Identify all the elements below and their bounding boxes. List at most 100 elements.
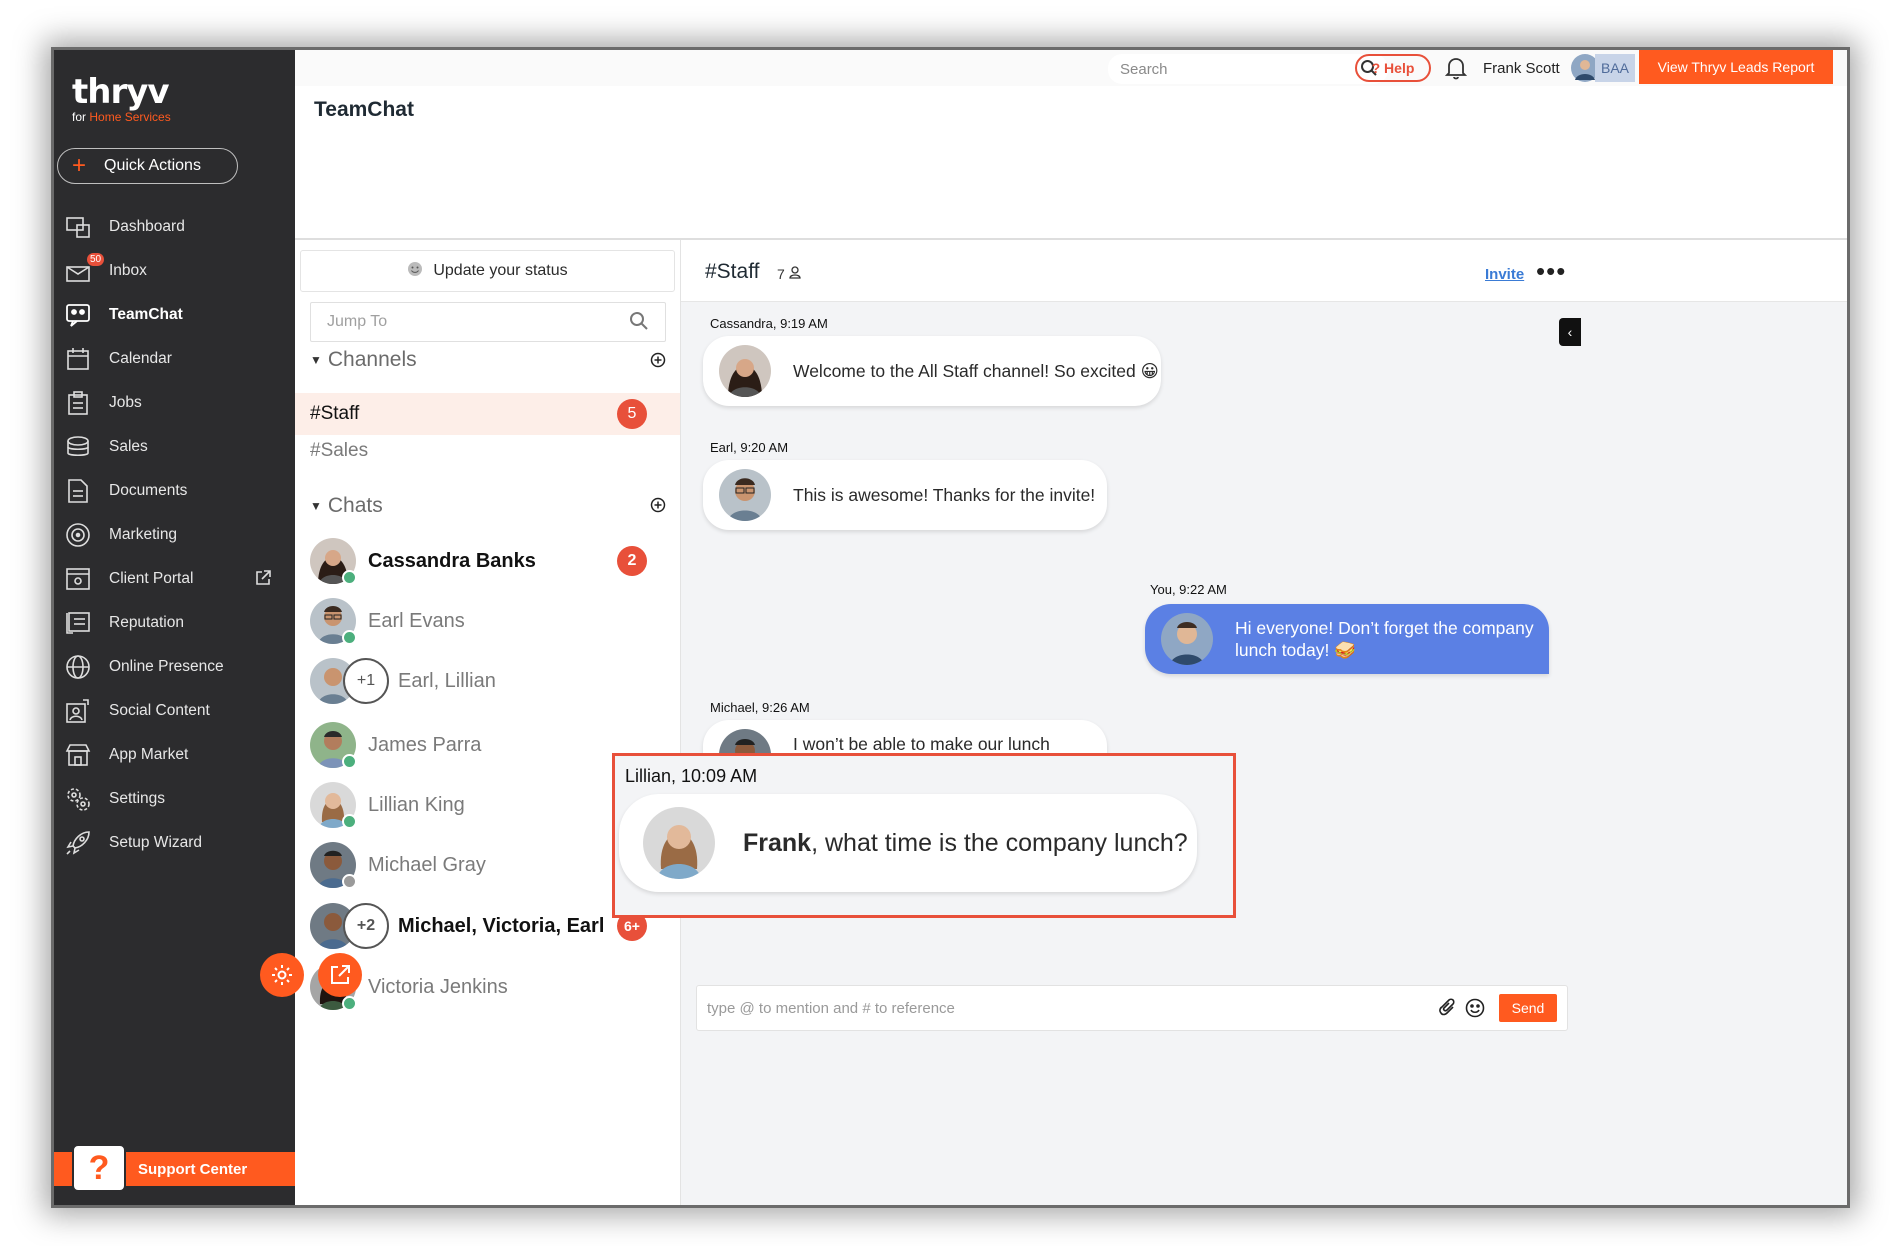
channels-section-toggle[interactable]: ▼ Channels bbox=[310, 348, 417, 372]
chevron-left-icon: ‹ bbox=[1567, 324, 1573, 340]
chats-header: Chats bbox=[327, 494, 383, 517]
channel-item-staff[interactable]: #Staff 5 bbox=[295, 393, 680, 435]
chat-item-earl-lillian[interactable]: +1 Earl, Lillian bbox=[310, 653, 680, 709]
sidebar-item-marketing[interactable]: Marketing bbox=[54, 513, 295, 557]
extra-members-count: +1 bbox=[343, 658, 389, 704]
user-mention[interactable]: Frank bbox=[743, 829, 811, 857]
channel-item-sales[interactable]: #Sales bbox=[295, 430, 680, 472]
jump-to-placeholder: Jump To bbox=[327, 313, 388, 330]
invite-link[interactable]: Invite bbox=[1485, 266, 1524, 283]
thryv-logo[interactable]: thryv for Home Services bbox=[72, 72, 171, 124]
help-button[interactable]: ? Help bbox=[1355, 54, 1431, 82]
view-leads-report-button[interactable]: View Thryv Leads Report bbox=[1639, 50, 1833, 84]
avatar bbox=[310, 598, 357, 645]
sidebar-item-jobs[interactable]: Jobs bbox=[54, 381, 295, 425]
sidebar-item-label: Settings bbox=[109, 790, 166, 807]
jump-to-input[interactable]: Jump To bbox=[310, 302, 666, 342]
chat-name: Michael Gray bbox=[368, 853, 486, 876]
quick-actions-button[interactable]: + Quick Actions bbox=[57, 148, 238, 184]
message-bubble[interactable]: Welcome to the All Staff channel! So exc… bbox=[703, 336, 1161, 406]
sidebar-item-label: Social Content bbox=[109, 702, 210, 719]
person-icon bbox=[789, 266, 801, 279]
sidebar-item-documents[interactable]: Documents bbox=[54, 469, 295, 513]
sidebar-item-label: Dashboard bbox=[109, 218, 185, 235]
emoji-icon[interactable] bbox=[1465, 998, 1485, 1022]
message-composer-input[interactable]: type @ to mention and # to reference Sen… bbox=[696, 985, 1568, 1031]
message-text: Welcome to the All Staff channel! So exc… bbox=[793, 360, 1159, 381]
caret-down-icon: ▼ bbox=[310, 353, 322, 367]
sidebar-item-calendar[interactable]: Calendar bbox=[54, 337, 295, 381]
sidebar-item-inbox[interactable]: 50 Inbox bbox=[54, 249, 295, 293]
message-meta: You, 9:22 AM bbox=[1150, 582, 1227, 597]
sidebar-item-app-market[interactable]: App Market bbox=[54, 733, 295, 777]
external-link-icon[interactable] bbox=[254, 569, 272, 592]
sales-icon bbox=[63, 432, 93, 462]
online-status-dot bbox=[342, 814, 357, 829]
message-meta: Michael, 9:26 AM bbox=[710, 700, 810, 715]
app-window: thryv for Home Services + Quick Actions … bbox=[54, 50, 1847, 1205]
chat-name: Cassandra Banks bbox=[368, 549, 536, 572]
top-bar: Search ? Help Frank Scott BAA View Thryv… bbox=[295, 50, 1847, 86]
sidebar-item-client-portal[interactable]: Client Portal bbox=[54, 557, 295, 601]
message-bubble-own[interactable]: Hi everyone! Don’t forget the company lu… bbox=[1145, 604, 1549, 674]
support-center-label: Support Center bbox=[138, 1160, 248, 1178]
chat-item-earl-evans[interactable]: Earl Evans bbox=[310, 593, 680, 649]
avatar: +2 bbox=[310, 903, 389, 949]
logo-text: thryv bbox=[72, 72, 170, 112]
reputation-icon bbox=[63, 608, 93, 638]
chat-name: Earl Evans bbox=[368, 609, 465, 632]
search-icon[interactable] bbox=[629, 311, 649, 336]
sidebar-item-settings[interactable]: Settings bbox=[54, 777, 295, 821]
jobs-icon bbox=[63, 388, 93, 418]
support-center-button[interactable]: ? Support Center bbox=[54, 1144, 295, 1192]
send-button[interactable]: Send bbox=[1499, 994, 1557, 1022]
chats-section-toggle[interactable]: ▼ Chats bbox=[310, 494, 383, 518]
collapse-panel-button[interactable]: ‹ bbox=[1559, 318, 1581, 346]
chat-settings-button[interactable] bbox=[260, 953, 304, 997]
online-status-dot bbox=[342, 996, 357, 1011]
update-status-button[interactable]: Update your status bbox=[300, 250, 675, 292]
sidebar-item-label: Inbox bbox=[109, 262, 147, 279]
client-portal-icon bbox=[63, 564, 93, 594]
sidebar-item-label: Jobs bbox=[109, 394, 142, 411]
unread-badge: 5 bbox=[617, 399, 647, 429]
message-text: Hi everyone! Don’t forget the company lu… bbox=[1235, 618, 1534, 660]
add-channel-icon[interactable] bbox=[650, 352, 666, 373]
sidebar-item-dashboard[interactable]: Dashboard bbox=[54, 205, 295, 249]
chat-item-victoria-jenkins[interactable]: Victoria Jenkins bbox=[310, 959, 680, 1015]
bell-icon[interactable] bbox=[1444, 56, 1468, 85]
sidebar-item-label: Online Presence bbox=[109, 658, 224, 675]
external-link-icon bbox=[331, 965, 350, 984]
sidebar-item-setup-wizard[interactable]: Setup Wizard bbox=[54, 821, 295, 865]
channel-header: #Staff 7 Invite ••• bbox=[681, 240, 1847, 302]
sidebar-item-teamchat[interactable]: TeamChat bbox=[54, 293, 295, 337]
message-meta: Cassandra, 9:19 AM bbox=[710, 316, 828, 331]
paperclip-icon[interactable] bbox=[1439, 998, 1457, 1022]
message-bubble-mention[interactable]: Frank, what time is the company lunch? bbox=[619, 794, 1197, 892]
sidebar-item-sales[interactable]: Sales bbox=[54, 425, 295, 469]
more-options-icon[interactable]: ••• bbox=[1536, 256, 1566, 287]
social-content-icon bbox=[63, 696, 93, 726]
global-search-input[interactable]: Search bbox=[1108, 54, 1388, 84]
account-initials-badge[interactable]: BAA bbox=[1595, 54, 1635, 82]
rocket-icon bbox=[63, 828, 93, 858]
message-bubble[interactable]: This is awesome! Thanks for the invite! bbox=[703, 460, 1107, 530]
pop-out-button[interactable] bbox=[318, 953, 362, 997]
add-chat-icon[interactable] bbox=[650, 497, 666, 518]
globe-icon bbox=[63, 652, 93, 682]
chat-name: James Parra bbox=[368, 733, 482, 756]
member-count[interactable]: 7 bbox=[777, 266, 801, 282]
avatar bbox=[310, 722, 357, 769]
sidebar-nav: Dashboard 50 Inbox TeamChat Calendar Job… bbox=[54, 205, 295, 865]
sidebar-item-label: TeamChat bbox=[109, 306, 183, 323]
chat-item-cassandra-banks[interactable]: Cassandra Banks 2 bbox=[310, 533, 680, 589]
online-status-dot bbox=[342, 754, 357, 769]
inbox-count-badge: 50 bbox=[87, 253, 105, 266]
message-text: , what time is the company lunch? bbox=[811, 828, 1188, 857]
sidebar-item-online-presence[interactable]: Online Presence bbox=[54, 645, 295, 689]
sidebar-item-social-content[interactable]: Social Content bbox=[54, 689, 295, 733]
avatar bbox=[1161, 613, 1213, 665]
user-name[interactable]: Frank Scott bbox=[1483, 60, 1560, 77]
sidebar-item-reputation[interactable]: Reputation bbox=[54, 601, 295, 645]
gear-icon bbox=[272, 965, 292, 985]
